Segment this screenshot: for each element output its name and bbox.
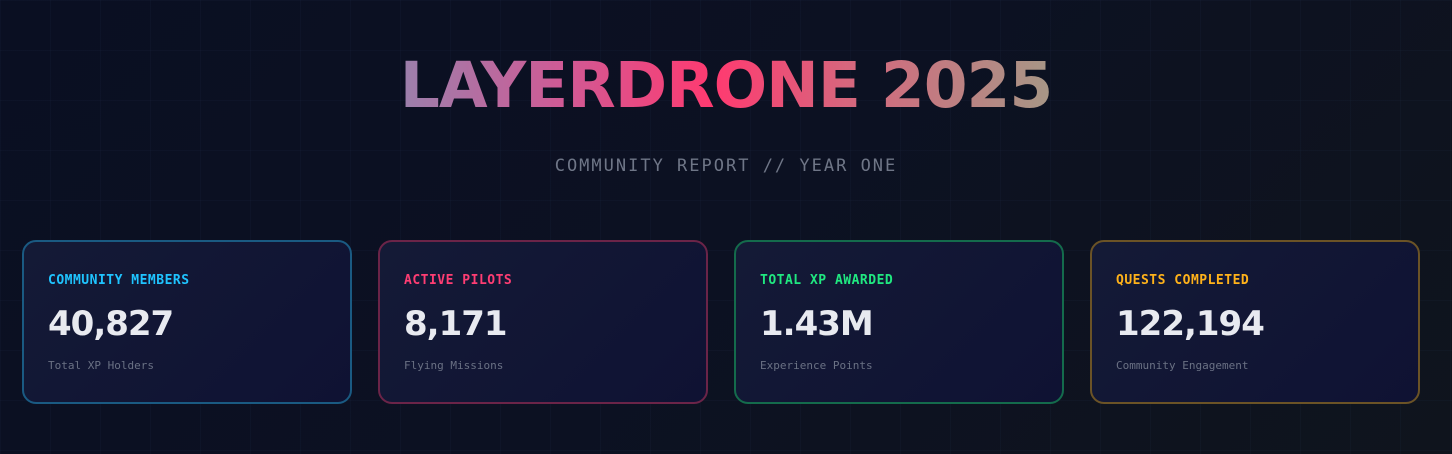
stat-value: 8,171 — [404, 304, 508, 344]
stat-card-total-xp-awarded: TOTAL XP AWARDED 1.43M Experience Points — [734, 240, 1064, 404]
stat-label: TOTAL XP AWARDED — [760, 273, 894, 288]
stat-value: 1.43M — [760, 304, 874, 344]
stat-label: COMMUNITY MEMBERS — [48, 273, 190, 288]
stat-card-quests-completed: QUESTS COMPLETED 122,194 Community Engag… — [1090, 240, 1420, 404]
page-subtitle: COMMUNITY REPORT // YEAR ONE — [554, 156, 898, 176]
stat-caption: Experience Points — [760, 359, 873, 372]
stat-card-active-pilots: ACTIVE PILOTS 8,171 Flying Missions — [378, 240, 708, 404]
stat-caption: Total XP Holders — [48, 359, 154, 372]
stat-label: QUESTS COMPLETED — [1116, 273, 1250, 288]
page-title-text: LAYERDRONE 2025 — [399, 49, 1053, 122]
stat-card-community-members: COMMUNITY MEMBERS 40,827 Total XP Holder… — [22, 240, 352, 404]
stat-caption: Community Engagement — [1116, 359, 1249, 372]
page-title: LAYERDRONE 2025 — [0, 47, 1452, 125]
stat-value: 40,827 — [48, 304, 174, 344]
stat-caption: Flying Missions — [404, 359, 504, 372]
stat-value: 122,194 — [1116, 304, 1265, 344]
stat-label: ACTIVE PILOTS — [404, 273, 513, 288]
